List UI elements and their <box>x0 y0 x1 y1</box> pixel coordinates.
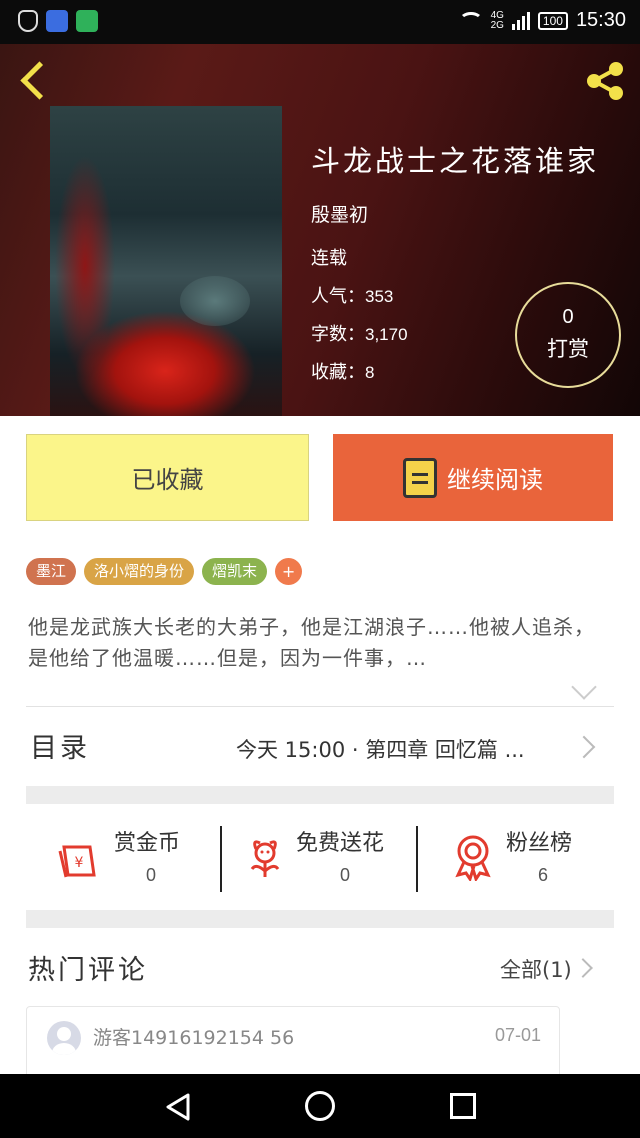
comment-username: 游客14916192154 56 <box>93 1027 295 1049</box>
book-header: 斗龙战士之花落谁家 殷墨初 连载 人气：353 字数：3,170 收藏：8 0 … <box>0 44 640 416</box>
money-envelope-icon: ¥ <box>58 845 96 878</box>
section-separator <box>26 786 614 804</box>
flower-icon <box>250 840 280 877</box>
book-title: 斗龙战士之花落谁家 <box>311 144 600 178</box>
avatar <box>47 1021 81 1055</box>
book-description[interactable]: 他是龙武族大长老的大弟子，他是江湖浪子……他被人追杀，是他给了他温暖……但是，因… <box>28 612 608 674</box>
book-word-count: 字数：3,170 <box>311 324 408 345</box>
stat-fans[interactable]: 粉丝榜 6 <box>418 821 614 897</box>
share-icon[interactable] <box>580 56 630 106</box>
chevron-right-icon[interactable] <box>572 735 596 759</box>
signal-icon <box>511 11 530 30</box>
book-author: 殷墨初 <box>311 204 369 226</box>
svg-text:¥: ¥ <box>75 855 84 871</box>
medal-icon <box>455 835 491 881</box>
reward-count: 0 <box>562 306 574 328</box>
system-nav-bar <box>0 1074 640 1138</box>
shield-icon <box>18 10 38 32</box>
wifi-icon <box>458 11 483 30</box>
nav-home-icon[interactable] <box>305 1091 335 1121</box>
baidu-app-icon <box>46 10 68 32</box>
stats-row: ¥ 赏金币 0 免费送花 0 粉丝榜 6 <box>26 821 614 897</box>
book-popularity: 人气：353 <box>311 286 394 307</box>
divider <box>26 706 614 707</box>
comment-date: 07-01 <box>494 1025 541 1045</box>
toc-latest-chapter[interactable]: 今天 15:00 · 第四章 回忆篇 ... <box>236 734 525 764</box>
stat-flowers[interactable]: 免费送花 0 <box>222 821 416 897</box>
collected-button[interactable]: 已收藏 <box>26 434 309 521</box>
network-type: 4G 2G <box>490 9 504 31</box>
tag-item[interactable]: 熠凯末 <box>202 558 268 585</box>
book-favorites: 收藏：8 <box>311 362 375 383</box>
back-button[interactable] <box>16 60 56 100</box>
reward-button[interactable]: 0 打赏 <box>515 282 621 388</box>
hot-comments-title: 热门评论 <box>28 955 148 986</box>
video-app-icon <box>76 10 98 32</box>
chevron-right-icon[interactable] <box>573 958 593 978</box>
section-separator <box>26 910 614 928</box>
tag-item[interactable]: 墨江 <box>26 558 77 585</box>
nav-recents-icon[interactable] <box>450 1093 476 1119</box>
book-icon <box>403 457 437 498</box>
tag-item[interactable]: 洛小熠的身份 <box>84 558 195 585</box>
battery-icon: 100 <box>537 11 568 30</box>
book-status: 连载 <box>311 248 347 269</box>
status-bar: 4G 2G 100 15:30 <box>0 0 640 44</box>
all-comments-link[interactable]: 全部(1) <box>500 954 572 984</box>
add-tag-button[interactable]: + <box>275 558 303 585</box>
toc-label[interactable]: 目录 <box>30 726 90 765</box>
nav-back-icon[interactable] <box>164 1092 194 1122</box>
continue-reading-button[interactable]: 继续阅读 <box>333 434 613 521</box>
chevron-down-icon[interactable] <box>571 674 597 700</box>
clock: 15:30 <box>575 9 626 31</box>
stat-coins[interactable]: ¥ 赏金币 0 <box>26 821 220 897</box>
tag-list: 墨江 洛小熠的身份 熠凯末 + <box>26 558 303 585</box>
book-cover <box>50 106 282 416</box>
book-detail-content: 已收藏 继续阅读 墨江 洛小熠的身份 熠凯末 + 他是龙武族大长老的大弟子，他是… <box>0 416 640 1096</box>
reward-label: 打赏 <box>547 337 589 361</box>
